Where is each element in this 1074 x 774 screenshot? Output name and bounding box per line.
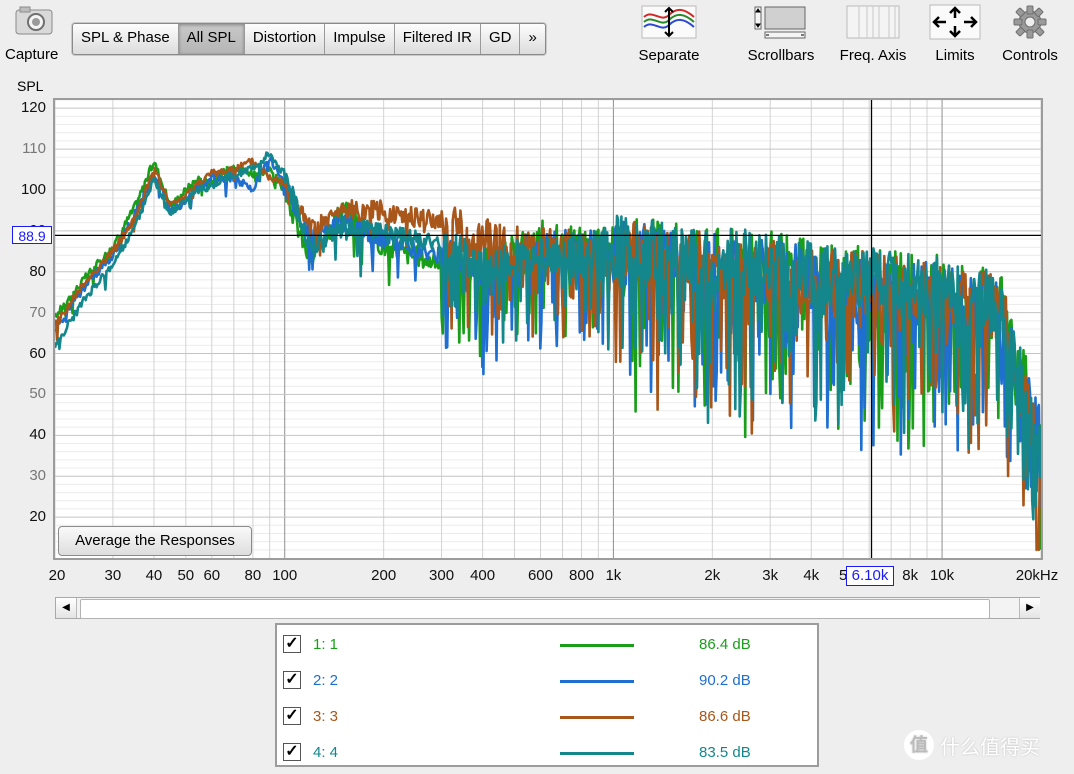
y-cursor-readout: 88.9 <box>12 226 52 244</box>
site-watermark: 值 什么值得买 <box>904 730 1040 760</box>
y-tick-label: 40 <box>29 426 46 444</box>
graph-tab-bar: SPL & Phase All SPL Distortion Impulse F… <box>72 23 546 55</box>
y-tick-label: 110 <box>22 140 46 158</box>
x-tick-label: 600 <box>527 567 553 584</box>
trace-4-name: 4: 4 <box>313 744 339 761</box>
x-tick-label: 30 <box>104 567 122 584</box>
y-tick-label: 20 <box>29 508 46 526</box>
controls-button[interactable]: Controls <box>996 0 1064 64</box>
y-tick-label: 70 <box>29 303 46 321</box>
x-tick-label: 100 <box>272 567 298 584</box>
x-tick-label: 300 <box>429 567 455 584</box>
tab-distortion[interactable]: Distortion <box>245 24 326 54</box>
trace-3-checkbox[interactable]: ✓ <box>283 707 301 725</box>
x-tick-label: 20 <box>48 567 66 584</box>
limits-icon <box>922 0 988 44</box>
x-tick-label: 2k <box>704 567 721 584</box>
separate-traces-icon <box>630 0 708 44</box>
trace-4-swatch <box>560 752 634 755</box>
y-tick-label: 50 <box>29 385 46 403</box>
scrollbar-thumb[interactable] <box>80 599 990 619</box>
y-tick-label: 120 <box>20 99 46 117</box>
x-tick-label: 50 <box>177 567 195 584</box>
tab-filtered-ir[interactable]: Filtered IR <box>395 24 481 54</box>
legend-row: ✓ 1: 1 86.4 dB <box>277 627 817 663</box>
scroll-left-arrow-icon[interactable]: ◀ <box>56 598 77 618</box>
scrollbars-icon <box>738 0 824 44</box>
trace-legend: ✓ 1: 1 86.4 dB ✓ 2: 2 90.2 dB ✓ 3: 3 86.… <box>275 623 819 767</box>
y-tick-label: 30 <box>29 467 46 485</box>
x-tick-label: 4k <box>803 567 820 584</box>
trace-1-value: 86.4 dB <box>699 636 751 653</box>
x-tick-label: 3k <box>762 567 779 584</box>
x-tick-label: 80 <box>244 567 262 584</box>
y-tick-label: 80 <box>29 262 46 280</box>
tab-impulse[interactable]: Impulse <box>325 24 395 54</box>
x-tick-label: 200 <box>371 567 397 584</box>
tab-gd[interactable]: GD <box>481 24 521 54</box>
legend-row: ✓ 4: 4 83.5 dB <box>277 735 817 771</box>
gear-icon <box>996 0 1064 44</box>
x-tick-label: 40 <box>145 567 163 584</box>
x-tick-label: 20kHz <box>1015 567 1059 584</box>
x-tick-label: 800 <box>569 567 595 584</box>
scrollbars-label: Scrollbars <box>747 47 815 64</box>
separate-button[interactable]: Separate <box>630 0 708 64</box>
tab-all-spl[interactable]: All SPL <box>178 24 245 54</box>
freq-axis-label: Freq. Axis <box>839 47 907 64</box>
y-tick-label: 100 <box>20 180 46 198</box>
trace-1-checkbox[interactable]: ✓ <box>283 635 301 653</box>
trace-2-value: 90.2 dB <box>699 672 751 689</box>
y-tick-label: 60 <box>29 344 46 362</box>
x-tick-label: 1k <box>605 567 622 584</box>
trace-4-checkbox[interactable]: ✓ <box>283 743 301 761</box>
legend-row: ✓ 3: 3 86.6 dB <box>277 699 817 735</box>
trace-3-swatch <box>560 716 634 719</box>
trace-1-name: 1: 1 <box>313 636 339 653</box>
tab-more[interactable]: » <box>520 24 544 54</box>
x-tick-label: 60 <box>203 567 221 584</box>
average-responses-button[interactable]: Average the Responses <box>58 526 252 556</box>
limits-button[interactable]: Limits <box>922 0 988 64</box>
scroll-right-arrow-icon[interactable]: ▶ <box>1019 598 1040 618</box>
separate-label: Separate <box>638 47 700 64</box>
spl-chart[interactable] <box>55 100 1041 558</box>
legend-row: ✓ 2: 2 90.2 dB <box>277 663 817 699</box>
controls-label: Controls <box>1002 47 1058 64</box>
watermark-badge-icon: 值 <box>904 730 934 760</box>
x-tick-label: 400 <box>470 567 496 584</box>
trace-2-swatch <box>560 680 634 683</box>
watermark-text: 什么值得买 <box>940 736 1040 759</box>
x-cursor-readout: 6.10k <box>846 566 894 586</box>
trace-4-line <box>55 151 1041 521</box>
trace-1-swatch <box>560 644 634 647</box>
y-tick-labels: 1201101009080706050403020 <box>0 0 52 560</box>
x-tick-label: 10k <box>929 567 955 584</box>
trace-4-value: 83.5 dB <box>699 744 751 761</box>
x-tick-label: 8k <box>902 567 919 584</box>
trace-3-value: 86.6 dB <box>699 708 751 725</box>
limits-label: Limits <box>935 47 975 64</box>
freq-axis-button[interactable]: Freq. Axis <box>832 0 914 64</box>
freq-axis-icon <box>832 0 914 44</box>
tab-spl-phase[interactable]: SPL & Phase <box>73 24 179 54</box>
trace-2-name: 2: 2 <box>313 672 339 689</box>
trace-3-name: 3: 3 <box>313 708 339 725</box>
trace-2-checkbox[interactable]: ✓ <box>283 671 301 689</box>
scrollbars-button[interactable]: Scrollbars <box>738 0 824 64</box>
